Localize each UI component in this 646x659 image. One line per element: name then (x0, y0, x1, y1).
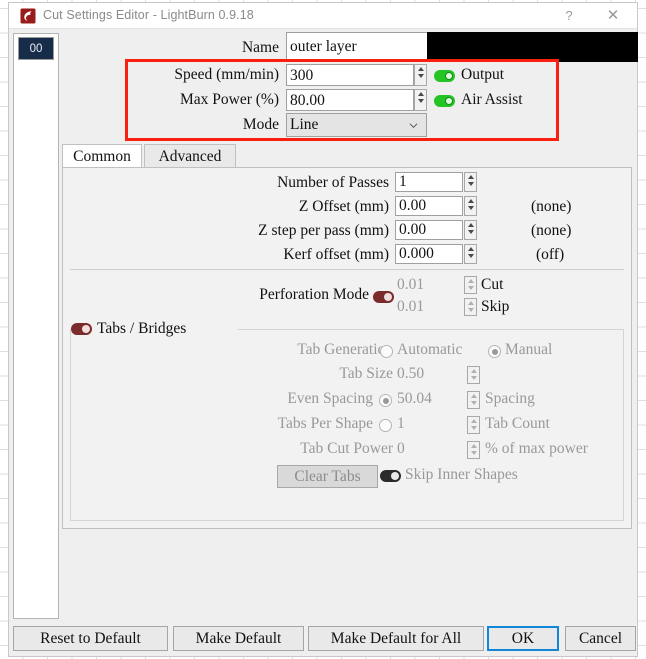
perforation-mode-label: Perforation Mode (259, 286, 369, 303)
even-spacing-label: Even Spacing (287, 390, 373, 407)
passes-spinner[interactable] (464, 172, 477, 192)
z-offset-spinner[interactable] (464, 196, 477, 216)
chevron-down-icon (409, 123, 418, 129)
z-step-spinner[interactable] (464, 220, 477, 240)
ok-button[interactable]: OK (487, 626, 559, 651)
perforation-cut-value[interactable]: 0.01 (397, 276, 424, 294)
passes-label: Number of Passes (277, 174, 389, 191)
tab-cut-power-value[interactable]: 0 (397, 440, 405, 458)
cancel-button[interactable]: Cancel (565, 626, 636, 651)
tab-generation-manual-label: Manual (505, 341, 553, 358)
reset-to-default-button[interactable]: Reset to Default (13, 626, 168, 651)
mode-label: Mode (242, 116, 279, 133)
passes-input[interactable]: 1 (395, 172, 463, 192)
clear-tabs-button[interactable]: Clear Tabs (277, 465, 378, 488)
tab-cut-power-spinner[interactable] (467, 441, 480, 459)
perforation-cut-label: Cut (481, 276, 504, 293)
tab-generation-automatic-label: Automatic (397, 341, 463, 358)
speed-spinner[interactable] (414, 64, 427, 86)
divider (70, 269, 624, 270)
even-spacing-radio[interactable] (379, 394, 392, 407)
even-spacing-spinner[interactable] (467, 391, 480, 409)
tab-cut-power-suffix: % of max power (485, 440, 588, 457)
speed-label: Speed (mm/min) (174, 66, 279, 83)
window-title: Cut Settings Editor - LightBurn 0.9.18 (43, 8, 254, 22)
max-power-label: Max Power (%) (179, 91, 279, 108)
tab-size-value[interactable]: 0.50 (397, 365, 424, 383)
help-button[interactable]: ? (549, 3, 589, 28)
tabs-per-shape-spinner[interactable] (467, 416, 480, 434)
max-power-input[interactable]: 80.00 (286, 89, 414, 111)
z-offset-suffix: (none) (531, 198, 572, 215)
tab-cut-power-label: Tab Cut Power (300, 440, 393, 457)
tab-common[interactable]: Common (62, 144, 142, 168)
tabs-bridges-toggle[interactable] (71, 323, 92, 335)
name-input[interactable]: outer layer (286, 32, 428, 62)
air-assist-toggle[interactable] (434, 95, 455, 107)
z-offset-label: Z Offset (mm) (298, 198, 389, 215)
kerf-offset-label: Kerf offset (mm) (283, 246, 389, 263)
z-step-input[interactable]: 0.00 (395, 220, 463, 240)
make-default-for-all-button[interactable]: Make Default for All (308, 626, 484, 651)
mode-select[interactable]: Line (286, 113, 427, 137)
air-assist-label: Air Assist (461, 91, 523, 108)
tab-generation-automatic-radio[interactable] (380, 345, 393, 358)
name-label: Name (241, 39, 279, 56)
layer-item-00[interactable]: 00 (18, 37, 54, 60)
tabs-per-shape-suffix: Tab Count (485, 415, 550, 432)
tab-generation-manual-radio[interactable] (488, 345, 501, 358)
z-step-label: Z step per pass (mm) (258, 222, 389, 239)
tabs-per-shape-value[interactable]: 1 (397, 415, 405, 433)
tabs-per-shape-label: Tabs Per Shape (277, 415, 373, 432)
skip-inner-shapes-label: Skip Inner Shapes (405, 466, 518, 483)
tab-size-label: Tab Size (339, 365, 393, 382)
speed-input[interactable]: 300 (286, 64, 414, 86)
layer-color-swatch[interactable] (427, 32, 638, 62)
kerf-offset-suffix: (off) (536, 246, 565, 263)
perforation-mode-toggle[interactable] (373, 291, 394, 303)
title-bar: Cut Settings Editor - LightBurn 0.9.18 ?… (9, 3, 637, 29)
perforation-skip-value[interactable]: 0.01 (397, 298, 424, 316)
cut-settings-editor-dialog: Cut Settings Editor - LightBurn 0.9.18 ?… (8, 2, 638, 657)
even-spacing-value[interactable]: 50.04 (397, 390, 432, 408)
mode-select-value: Line (290, 116, 319, 133)
perforation-skip-label: Skip (481, 298, 510, 315)
kerf-offset-spinner[interactable] (464, 244, 477, 264)
kerf-offset-input[interactable]: 0.000 (395, 244, 463, 264)
even-spacing-suffix: Spacing (485, 390, 535, 407)
tabs-bridges-label: Tabs / Bridges (97, 320, 187, 337)
z-step-suffix: (none) (531, 222, 572, 239)
tab-size-spinner[interactable] (467, 366, 480, 384)
max-power-spinner[interactable] (414, 89, 427, 111)
perforation-cut-spinner[interactable] (464, 276, 477, 294)
z-offset-input[interactable]: 0.00 (395, 196, 463, 216)
tab-generation-label: Tab Generation (297, 341, 393, 358)
skip-inner-shapes-toggle[interactable] (380, 470, 401, 482)
output-label: Output (461, 66, 505, 83)
layer-list[interactable]: 00 (13, 33, 59, 619)
group-border-right (238, 329, 624, 330)
output-toggle[interactable] (434, 70, 455, 82)
lightburn-logo-icon (20, 8, 36, 24)
tab-advanced[interactable]: Advanced (144, 144, 236, 168)
tabs-per-shape-radio[interactable] (379, 419, 392, 432)
perforation-skip-spinner[interactable] (464, 298, 477, 316)
close-button[interactable]: ✕ (593, 3, 633, 28)
make-default-button[interactable]: Make Default (173, 626, 304, 651)
tab-bar: Common Advanced (62, 144, 632, 168)
